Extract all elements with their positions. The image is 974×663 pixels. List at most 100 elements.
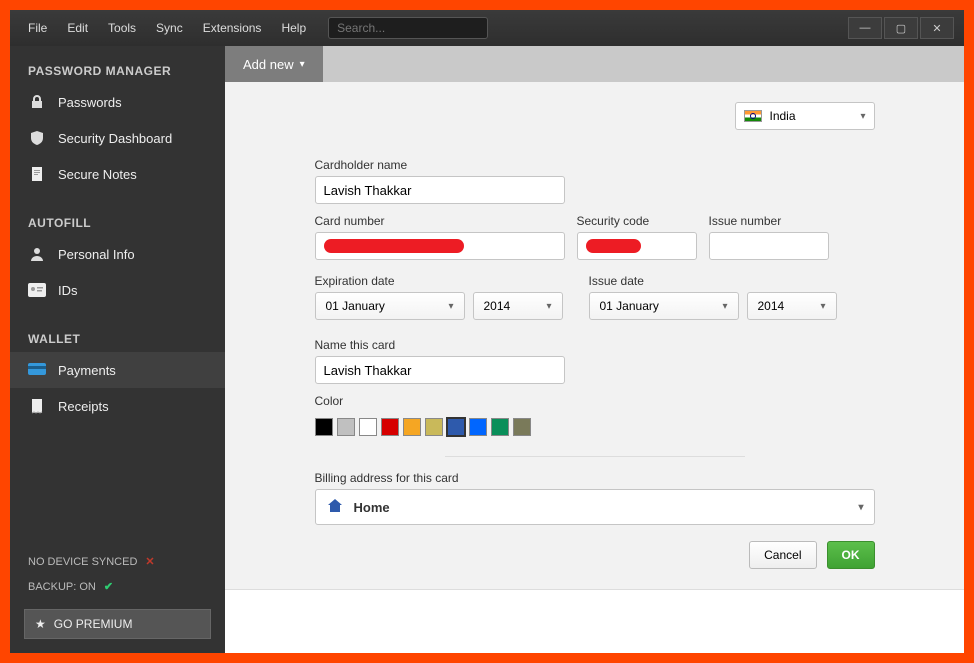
content: India ▾ Cardholder name Card number — [225, 82, 964, 653]
sidebar-section-header-autofill: AUTOFILL — [10, 208, 225, 236]
exp-month-value: 01 January — [326, 299, 385, 313]
sidebar-section-header-wallet: WALLET — [10, 324, 225, 352]
exp-month-select[interactable]: 01 January ▾ — [315, 292, 465, 320]
exp-year-value: 2014 — [484, 299, 511, 313]
person-icon — [28, 245, 46, 263]
sidebar-item-receipts[interactable]: Receipts — [10, 388, 225, 424]
color-swatch[interactable] — [491, 418, 509, 436]
sidebar-item-payments[interactable]: Payments — [10, 352, 225, 388]
menu-help[interactable]: Help — [273, 17, 314, 39]
issue-month-select[interactable]: 01 January ▾ — [589, 292, 739, 320]
exp-year-select[interactable]: 2014 ▾ — [473, 292, 563, 320]
ok-button[interactable]: OK — [827, 541, 875, 569]
country-select[interactable]: India ▾ — [735, 102, 875, 130]
billing-address-select[interactable]: Home ▾ — [315, 489, 875, 525]
issue-year-value: 2014 — [758, 299, 785, 313]
sidebar-item-security-dashboard[interactable]: Security Dashboard — [10, 120, 225, 156]
sidebar-item-personal-info[interactable]: Personal Info — [10, 236, 225, 272]
sidebar-item-label: Receipts — [58, 399, 109, 414]
main: Add new ▾ India ▾ Cardholder name — [225, 46, 964, 653]
divider — [445, 456, 745, 457]
search-input[interactable] — [329, 21, 487, 35]
sync-status: NO DEVICE SYNCED✕ — [10, 549, 225, 574]
issue-year-select[interactable]: 2014 ▾ — [747, 292, 837, 320]
menu-sync[interactable]: Sync — [148, 17, 191, 39]
chevron-down-icon: ▾ — [820, 301, 825, 312]
lock-icon — [28, 93, 46, 111]
expiration-label: Expiration date — [315, 274, 577, 288]
menu-edit[interactable]: Edit — [59, 17, 96, 39]
maximize-button[interactable]: ▢ — [884, 17, 918, 39]
color-swatch[interactable] — [359, 418, 377, 436]
color-swatch[interactable] — [425, 418, 443, 436]
color-picker — [315, 418, 875, 436]
menu-extensions[interactable]: Extensions — [195, 17, 270, 39]
go-premium-button[interactable]: ★ GO PREMIUM — [24, 609, 211, 639]
sidebar-item-label: Secure Notes — [58, 167, 137, 182]
chevron-down-icon: ▾ — [858, 502, 863, 513]
color-swatch[interactable] — [381, 418, 399, 436]
chevron-down-icon: ▾ — [448, 301, 453, 312]
flag-india-icon — [744, 110, 762, 122]
color-label: Color — [315, 394, 875, 408]
receipt-icon — [28, 397, 46, 415]
cancel-button[interactable]: Cancel — [749, 541, 816, 569]
billing-value: Home — [354, 500, 390, 515]
search-box — [328, 17, 488, 39]
home-icon — [326, 497, 344, 518]
go-premium-label: GO PREMIUM — [54, 617, 133, 631]
color-swatch[interactable] — [315, 418, 333, 436]
x-icon: ✕ — [145, 555, 154, 568]
issue-date-label: Issue date — [589, 274, 851, 288]
backup-status: BACKUP: ON✔ — [10, 574, 225, 599]
sidebar-item-passwords[interactable]: Passwords — [10, 84, 225, 120]
note-icon — [28, 165, 46, 183]
shield-icon — [28, 129, 46, 147]
minimize-button[interactable]: — — [848, 17, 882, 39]
billing-label: Billing address for this card — [315, 471, 875, 485]
name-card-label: Name this card — [315, 338, 565, 352]
color-swatch[interactable] — [469, 418, 487, 436]
sidebar-item-secure-notes[interactable]: Secure Notes — [10, 156, 225, 192]
payment-form: India ▾ Cardholder name Card number — [315, 102, 875, 569]
cardholder-label: Cardholder name — [315, 158, 565, 172]
cardnumber-label: Card number — [315, 214, 565, 228]
security-code-label: Security code — [577, 214, 697, 228]
chevron-down-icon: ▾ — [300, 59, 305, 70]
chevron-down-icon: ▾ — [722, 301, 727, 312]
cardnumber-input[interactable] — [315, 232, 565, 260]
menu-file[interactable]: File — [20, 17, 55, 39]
sidebar-item-label: Personal Info — [58, 247, 135, 262]
close-button[interactable]: ✕ — [920, 17, 954, 39]
add-new-button[interactable]: Add new ▾ — [225, 46, 323, 82]
sidebar-section-header-password: PASSWORD MANAGER — [10, 56, 225, 84]
idcard-icon — [28, 281, 46, 299]
sidebar-item-label: Security Dashboard — [58, 131, 172, 146]
name-card-input[interactable] — [315, 356, 565, 384]
color-swatch[interactable] — [403, 418, 421, 436]
sidebar-item-label: Passwords — [58, 95, 122, 110]
chevron-down-icon: ▾ — [546, 301, 551, 312]
add-new-label: Add new — [243, 57, 294, 72]
issue-month-value: 01 January — [600, 299, 659, 313]
app-window: File Edit Tools Sync Extensions Help — ▢… — [10, 10, 964, 653]
check-icon: ✔ — [104, 580, 113, 593]
issue-number-input[interactable] — [709, 232, 829, 260]
footer-area — [225, 589, 964, 653]
color-swatch[interactable] — [447, 418, 465, 436]
sidebar-item-label: Payments — [58, 363, 116, 378]
sidebar-item-ids[interactable]: IDs — [10, 272, 225, 308]
color-swatch[interactable] — [513, 418, 531, 436]
window-controls: — ▢ ✕ — [848, 17, 954, 39]
sidebar: PASSWORD MANAGER Passwords Security Dash… — [10, 46, 225, 653]
security-code-input[interactable] — [577, 232, 697, 260]
menubar: File Edit Tools Sync Extensions Help — ▢… — [10, 10, 964, 46]
color-swatch[interactable] — [337, 418, 355, 436]
star-icon: ★ — [35, 617, 46, 631]
issue-number-label: Issue number — [709, 214, 829, 228]
sidebar-item-label: IDs — [58, 283, 78, 298]
country-value: India — [770, 109, 796, 123]
cardholder-input[interactable] — [315, 176, 565, 204]
menu-tools[interactable]: Tools — [100, 17, 144, 39]
chevron-down-icon: ▾ — [860, 111, 865, 122]
